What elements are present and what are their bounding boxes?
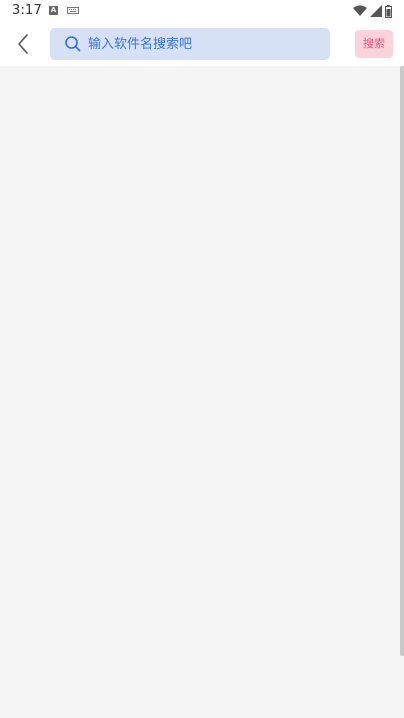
- status-time: 3:17: [12, 3, 42, 18]
- search-icon: [65, 36, 81, 52]
- search-box[interactable]: [50, 28, 330, 60]
- status-bar: 3:17 A: [0, 0, 404, 22]
- search-button[interactable]: 搜索: [355, 30, 393, 58]
- cellular-signal-icon: [370, 5, 382, 17]
- battery-icon: [385, 4, 392, 18]
- results-area: [0, 66, 400, 718]
- keyboard-icon: [67, 7, 79, 14]
- search-input[interactable]: [88, 28, 324, 60]
- search-header: 搜索: [0, 22, 404, 66]
- chevron-left-icon: [18, 34, 28, 54]
- a-notification-icon: A: [49, 6, 58, 15]
- status-right-group: [353, 4, 392, 18]
- back-button[interactable]: [10, 30, 38, 58]
- wifi-icon: [353, 5, 367, 16]
- scrollbar[interactable]: [400, 66, 404, 656]
